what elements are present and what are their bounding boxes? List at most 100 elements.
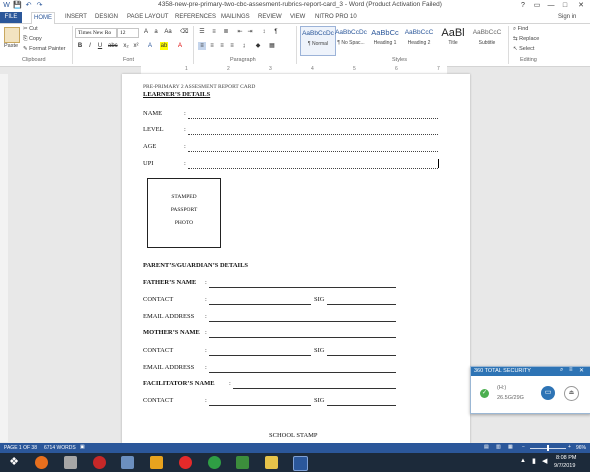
shrink-font-icon[interactable]: a	[152, 28, 160, 36]
minimize-button[interactable]: —	[544, 0, 558, 11]
style-heading-1[interactable]: AaBbCc Heading 1	[368, 26, 402, 54]
clear-formatting-icon[interactable]: ⌫	[180, 28, 188, 36]
tray-arrow-icon[interactable]: ▲	[520, 458, 526, 464]
font-color-icon[interactable]: A	[176, 42, 184, 50]
mother-email-line[interactable]	[209, 371, 396, 373]
numbering-icon[interactable]: ≡	[210, 28, 218, 36]
help-button[interactable]: ?	[516, 0, 530, 11]
style-title[interactable]: AaBl Title	[436, 26, 470, 54]
font-name-select[interactable]: Times New Ro	[75, 28, 117, 38]
word-taskbar-icon[interactable]	[293, 456, 308, 471]
mother-contact-line[interactable]	[209, 354, 311, 356]
redo-icon[interactable]: ↷	[35, 1, 44, 10]
zoom-slider-thumb[interactable]	[547, 445, 549, 451]
align-center-icon[interactable]: ≡	[208, 42, 216, 50]
cut-button[interactable]: ✂ Cut	[23, 26, 38, 32]
upi-field-line[interactable]	[188, 167, 438, 169]
media-icon[interactable]	[93, 456, 106, 469]
print-layout-icon[interactable]: ▥	[496, 444, 501, 450]
vertical-ruler[interactable]	[0, 74, 8, 442]
facilitator-name-line[interactable]	[233, 387, 396, 389]
borders-icon[interactable]: ▦	[268, 42, 276, 50]
clock-date[interactable]: 9/7/2019	[554, 463, 575, 469]
close-button[interactable]: ✕	[574, 0, 588, 11]
firefox-icon[interactable]	[35, 456, 48, 469]
father-email-line[interactable]	[209, 320, 396, 322]
mother-sig-line[interactable]	[327, 354, 396, 356]
word-count[interactable]: 6714 WORDS	[44, 445, 76, 451]
tab-references[interactable]: REFERENCES	[173, 12, 218, 23]
highlight-icon[interactable]: ab	[160, 42, 168, 50]
bullets-icon[interactable]: ☰	[198, 28, 206, 36]
tab-view[interactable]: VIEW	[288, 12, 307, 23]
find-button[interactable]: ⌕ Find	[513, 26, 528, 33]
tab-nitro-pro[interactable]: NITRO PRO 10	[313, 12, 359, 23]
maximize-button[interactable]: □	[558, 0, 572, 11]
save-icon[interactable]: 💾	[13, 1, 22, 10]
zoom-out-icon[interactable]: −	[522, 444, 525, 450]
name-field-line[interactable]	[188, 117, 438, 119]
subscript-icon[interactable]: x₂	[122, 42, 130, 50]
show-marks-icon[interactable]: ¶	[272, 28, 280, 36]
opera-icon[interactable]	[179, 456, 192, 469]
decrease-indent-icon[interactable]: ⇤	[236, 28, 244, 36]
open-folder-icon[interactable]: ▭	[541, 386, 555, 400]
grow-font-icon[interactable]: A	[142, 28, 150, 36]
tab-insert[interactable]: INSERT	[63, 12, 89, 23]
increase-indent-icon[interactable]: ⇥	[246, 28, 254, 36]
tab-file[interactable]: FILE	[0, 12, 22, 23]
app-icon[interactable]	[121, 456, 134, 469]
align-right-icon[interactable]: ≡	[218, 42, 226, 50]
close-icon[interactable]: ✕	[579, 367, 584, 374]
father-sig-line[interactable]	[327, 303, 396, 305]
select-button[interactable]: ↖ Select	[513, 46, 534, 52]
eject-icon[interactable]: ⏏	[564, 386, 579, 401]
format-painter-button[interactable]: ✎ Format Painter	[23, 46, 66, 52]
tab-design[interactable]: DESIGN	[93, 12, 120, 23]
page-count[interactable]: PAGE 1 OF 38	[4, 445, 37, 451]
superscript-icon[interactable]: x²	[132, 42, 140, 50]
tab-home[interactable]: HOME	[31, 12, 55, 24]
replace-button[interactable]: ⇆ Replace	[513, 36, 539, 42]
volume-icon[interactable]: ◀	[542, 457, 547, 465]
paste-button-label[interactable]: Paste	[4, 43, 18, 49]
line-spacing-icon[interactable]: ↨	[240, 42, 248, 50]
clock-time[interactable]: 8:08 PM	[556, 455, 576, 461]
father-contact-line[interactable]	[209, 303, 311, 305]
tab-page-layout[interactable]: PAGE LAYOUT	[125, 12, 170, 23]
web-layout-icon[interactable]: ▦	[508, 444, 513, 450]
strikethrough-icon[interactable]: abc	[108, 42, 118, 50]
level-field-line[interactable]	[188, 133, 438, 135]
start-button[interactable]: ❖	[2, 455, 26, 470]
font-size-select[interactable]: 12	[117, 28, 139, 38]
father-name-line[interactable]	[209, 286, 396, 288]
style-normal[interactable]: AaBbCcDc ¶ Normal	[300, 26, 336, 56]
underline-icon[interactable]: U	[96, 42, 104, 50]
zoom-level[interactable]: 96%	[576, 445, 586, 451]
style-no-spacing[interactable]: AaBbCcDc ¶ No Spac...	[334, 26, 368, 54]
style-subtitle[interactable]: AaBbCcC Subtitle	[470, 26, 504, 54]
align-left-icon[interactable]: ≡	[198, 42, 206, 50]
app-icon[interactable]	[64, 456, 77, 469]
folder-icon[interactable]	[265, 456, 278, 469]
tab-mailings[interactable]: MAILINGS	[219, 12, 252, 23]
chrome-icon[interactable]	[208, 456, 221, 469]
ribbon-display-button[interactable]: ▭	[530, 0, 544, 11]
tab-review[interactable]: REVIEW	[256, 12, 284, 23]
copy-button[interactable]: ⎘ Copy	[23, 36, 42, 43]
shading-icon[interactable]: ◆	[254, 42, 262, 50]
proofing-icon[interactable]: ▣	[80, 444, 85, 450]
text-effects-icon[interactable]: A	[146, 42, 154, 50]
read-mode-icon[interactable]: ▤	[484, 444, 489, 450]
menu-icon[interactable]: ≡	[569, 367, 573, 373]
paste-icon[interactable]	[4, 27, 20, 43]
zoom-in-icon[interactable]: +	[568, 444, 571, 450]
age-field-line[interactable]	[188, 150, 438, 152]
app-icon[interactable]	[236, 456, 249, 469]
style-heading-2[interactable]: AaBbCcC Heading 2	[402, 26, 436, 54]
bold-icon[interactable]: B	[76, 42, 84, 50]
multilevel-list-icon[interactable]: ≣	[222, 28, 230, 36]
facilitator-sig-line[interactable]	[327, 404, 396, 406]
network-icon[interactable]: ▮	[532, 457, 536, 465]
justify-icon[interactable]: ≡	[228, 42, 236, 50]
